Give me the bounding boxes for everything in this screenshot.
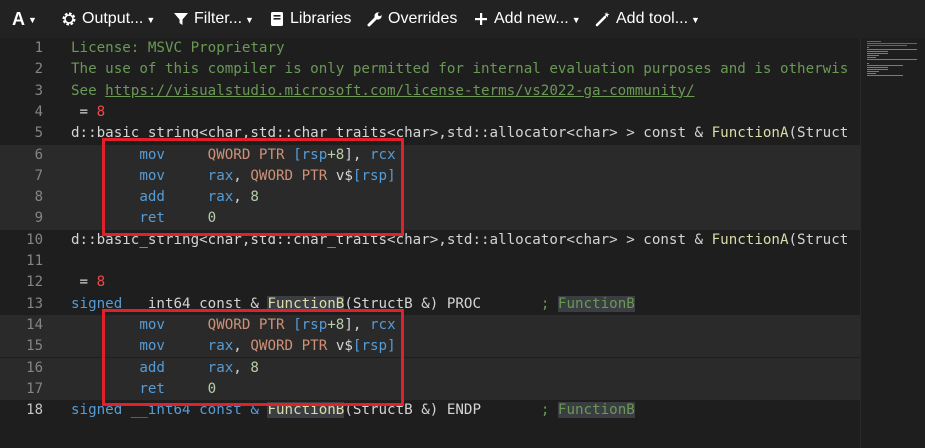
overrides-button[interactable]: Overrides [366,0,457,38]
minimap-line [867,47,870,48]
line-number: 5 [34,125,43,142]
filter-label: Filter... [194,10,243,27]
code-token: FunctionA [711,231,789,248]
code-token: = [71,274,97,291]
minimap-line [867,55,880,56]
minimap-line [867,63,870,64]
output-menu[interactable]: Output... ▼ [60,0,155,38]
code-line[interactable]: 12 = 8 [0,272,860,293]
minimap-line [867,53,888,54]
code-token: ; [540,402,558,419]
line-number: 6 [34,146,43,163]
code-line[interactable]: 4 = 8 [0,102,860,123]
line-number: 7 [34,167,43,184]
code-token: FunctionB [557,295,635,312]
font-size-icon: A [12,8,25,29]
code-text: License: MSVC Proprietary [71,38,860,59]
minimap-line [867,41,881,42]
code-token: License: MSVC Proprietary [71,40,285,56]
code-token: (Struct [788,125,849,142]
code-text: The use of this compiler is only permitt… [71,59,860,80]
code-line[interactable]: 3 See https://visualstudio.microsoft.com/… [0,81,860,102]
minimap-line [867,49,918,50]
annotation-box-function-b [102,309,404,406]
add-tool-label: Add tool... [616,10,689,27]
code-line[interactable]: 11 [0,251,860,272]
minimap-line [867,69,888,70]
minimap-line [867,59,918,60]
line-number: 11 [26,253,43,269]
line-number: 17 [26,380,43,397]
code-token: 8 [96,103,106,120]
minimap-line [867,45,908,46]
chevron-down-icon: ▼ [28,14,37,25]
gear-icon [60,10,78,28]
minimap[interactable] [860,38,925,448]
funnel-icon [172,10,190,28]
chevron-down-icon: ▼ [245,14,254,25]
line-number: 15 [26,338,43,355]
minimap-line [867,65,904,66]
line-number: 13 [26,295,43,312]
line-number: 18 [26,402,43,419]
minimap-line [867,73,877,74]
line-number: 2 [34,61,43,78]
code-text: See https://visualstudio.microsoft.com/l… [71,81,860,102]
code-token: ; [540,295,558,312]
code-text: = 8 [71,102,860,123]
code-token: FunctionA [711,125,789,142]
chevron-down-icon: ▼ [146,14,156,25]
font-menu[interactable]: A ▼ [12,0,37,38]
code-line[interactable]: 1 License: MSVC Proprietary [0,38,860,59]
code-token: (Struct [788,231,849,248]
chevron-down-icon: ▼ [691,14,700,25]
output-label: Output... [82,10,144,27]
code-token: FunctionB [557,402,635,419]
filter-menu[interactable]: Filter... ▼ [172,0,254,38]
toolbar: A ▼ Output... ▼ Filter... ▼ Libraries Ov… [0,0,925,38]
annotation-box-function-a [102,138,404,236]
code-token: = [71,103,97,120]
plus-icon [472,10,490,28]
code-token: See [71,82,106,99]
line-number: 3 [34,82,43,99]
minimap-line [867,43,918,44]
chevron-down-icon: ▼ [571,14,581,25]
code-token: 8 [96,274,106,291]
add-tool-menu[interactable]: Add tool... ▼ [594,0,700,38]
add-new-label: Add new... [494,10,569,27]
line-number: 10 [26,231,43,248]
line-number: 9 [34,210,43,227]
add-new-menu[interactable]: Add new... ▼ [472,0,581,38]
magic-wand-icon [594,10,612,28]
libraries-button[interactable]: Libraries [268,0,351,38]
line-number: 14 [26,316,43,333]
line-number: 12 [26,274,43,291]
libraries-label: Libraries [290,10,352,27]
minimap-line [867,71,880,72]
minimap-line [867,75,904,76]
code-text: = 8 [71,272,860,293]
overrides-label: Overrides [388,10,458,27]
code-token: https://visualstudio.microsoft.com/licen… [105,82,695,99]
line-number: 8 [34,189,43,206]
wrench-icon [366,10,384,28]
minimap-line [867,67,888,68]
code-token: The use of this compiler is only permitt… [71,61,849,78]
minimap-line [867,51,888,52]
minimap-line [867,57,877,58]
book-icon [268,10,286,28]
line-number: 16 [26,359,43,376]
line-number: 1 [34,40,43,56]
line-number: 4 [34,103,43,120]
code-line[interactable]: 2 The use of this compiler is only permit… [0,59,860,80]
